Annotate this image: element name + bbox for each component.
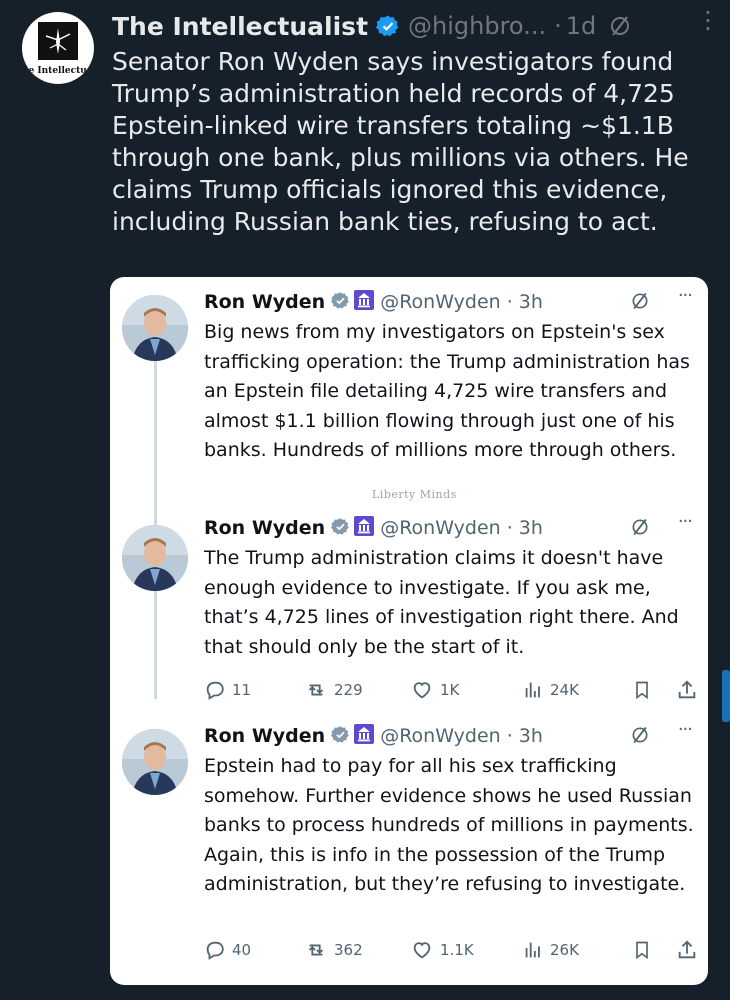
wyden-avatar[interactable] bbox=[122, 525, 188, 591]
author-name[interactable]: The Intellectualist bbox=[112, 12, 368, 41]
avatar-logo-icon bbox=[38, 22, 78, 60]
more-options-icon[interactable]: ··· bbox=[678, 511, 693, 532]
grok-icon[interactable] bbox=[608, 14, 632, 38]
wyden-avatar[interactable] bbox=[122, 729, 188, 795]
tweet-author-name[interactable]: Ron Wyden bbox=[204, 517, 325, 539]
repost-button[interactable]: 362 bbox=[304, 939, 363, 961]
tweet-handle-time[interactable]: @RonWyden · 3h bbox=[380, 725, 543, 747]
bookmark-button[interactable] bbox=[632, 679, 658, 701]
tweet-header: Ron Wyden @RonWyden · 3h bbox=[204, 289, 694, 315]
repost-icon bbox=[308, 944, 324, 956]
share-button[interactable] bbox=[676, 679, 704, 701]
government-badge-icon bbox=[354, 290, 375, 314]
share-icon bbox=[678, 940, 696, 959]
reply-count: 40 bbox=[232, 941, 252, 959]
watermark: Liberty Minds bbox=[372, 488, 457, 501]
grok-icon[interactable] bbox=[630, 291, 650, 315]
bookmark-icon bbox=[636, 681, 648, 700]
views-icon bbox=[525, 942, 540, 958]
like-count: 1K bbox=[440, 681, 460, 699]
thread-connector-line bbox=[154, 339, 157, 699]
gray-verified-badge-icon bbox=[331, 291, 350, 314]
tweet-header: Ron Wyden @RonWyden · 3h bbox=[204, 515, 694, 541]
heart-icon bbox=[413, 942, 431, 959]
tweet-author-name[interactable]: Ron Wyden bbox=[204, 725, 325, 747]
scrollbar-thumb[interactable] bbox=[722, 670, 730, 722]
heart-icon bbox=[413, 682, 431, 699]
views-count: 26K bbox=[550, 941, 579, 959]
tweet-body: Ron Wyden @RonWyden · 3h ··· Epstein had… bbox=[204, 719, 694, 900]
reply-icon bbox=[206, 941, 224, 960]
separator-dot: · bbox=[554, 12, 562, 40]
bookmark-button[interactable] bbox=[632, 939, 658, 961]
tweet-handle-time[interactable]: @RonWyden · 3h bbox=[380, 291, 543, 313]
tweet-container: he Intellectualist The Intellectualist @… bbox=[0, 0, 730, 1000]
tweet-actions: 11 229 1K 24K bbox=[204, 679, 698, 709]
like-button[interactable]: 1K bbox=[410, 679, 459, 701]
tweet-actions: 40 362 1.1K 26K bbox=[204, 939, 698, 969]
government-badge-icon bbox=[354, 516, 375, 540]
wyden-avatar[interactable] bbox=[122, 295, 188, 361]
gray-verified-badge-icon bbox=[331, 517, 350, 540]
tweet-text: Epstein had to pay for all his sex traff… bbox=[204, 755, 694, 895]
government-badge-icon bbox=[354, 724, 375, 748]
repost-count: 362 bbox=[334, 941, 363, 959]
views-icon bbox=[525, 682, 540, 698]
tweet-body: Ron Wyden @RonWyden · 3h ··· The Trump a… bbox=[204, 511, 694, 662]
more-options-icon[interactable]: ⋮ bbox=[696, 6, 720, 34]
gray-verified-badge-icon bbox=[331, 725, 350, 748]
reply-button[interactable]: 40 bbox=[204, 939, 251, 961]
author-avatar[interactable]: he Intellectualist bbox=[22, 12, 94, 84]
tweet-author-name[interactable]: Ron Wyden bbox=[204, 291, 325, 313]
tweet-text: The Trump administration claims it doesn… bbox=[204, 547, 679, 658]
repost-icon bbox=[308, 684, 324, 696]
avatar-brand-text: he Intellectualist bbox=[22, 66, 94, 76]
views-button[interactable]: 24K bbox=[522, 679, 579, 701]
share-button[interactable] bbox=[676, 939, 704, 961]
quoted-thread-card[interactable]: Liberty Minds Ron Wyden @RonWyden · 3h ·… bbox=[110, 277, 708, 985]
repost-button[interactable]: 229 bbox=[304, 679, 363, 701]
verified-badge-icon bbox=[376, 14, 400, 38]
more-options-icon[interactable]: ··· bbox=[678, 719, 693, 740]
views-button[interactable]: 26K bbox=[522, 939, 579, 961]
grok-icon[interactable] bbox=[630, 725, 650, 749]
reply-count: 11 bbox=[232, 681, 252, 699]
tweet-text: Big news from my investigators on Epstei… bbox=[204, 321, 690, 461]
author-handle[interactable]: @highbro... bbox=[408, 12, 546, 40]
like-count: 1.1K bbox=[440, 941, 474, 959]
like-button[interactable]: 1.1K bbox=[410, 939, 474, 961]
post-time[interactable]: 1d bbox=[566, 12, 597, 40]
bookmark-icon bbox=[636, 941, 648, 960]
reply-button[interactable]: 11 bbox=[204, 679, 251, 701]
grok-icon[interactable] bbox=[630, 517, 650, 541]
reply-icon bbox=[206, 681, 224, 700]
repost-count: 229 bbox=[334, 681, 363, 699]
post-text: Senator Ron Wyden says investigators fou… bbox=[112, 47, 689, 236]
views-count: 24K bbox=[550, 681, 579, 699]
tweet-handle-time[interactable]: @RonWyden · 3h bbox=[380, 517, 543, 539]
share-icon bbox=[678, 680, 696, 699]
more-options-icon[interactable]: ··· bbox=[678, 285, 693, 306]
tweet-header: Ron Wyden @RonWyden · 3h bbox=[204, 723, 694, 749]
tweet-body: Ron Wyden @RonWyden · 3h ··· Big news fr… bbox=[204, 285, 694, 466]
post-header: The Intellectualist @highbro... · 1d bbox=[112, 8, 720, 44]
